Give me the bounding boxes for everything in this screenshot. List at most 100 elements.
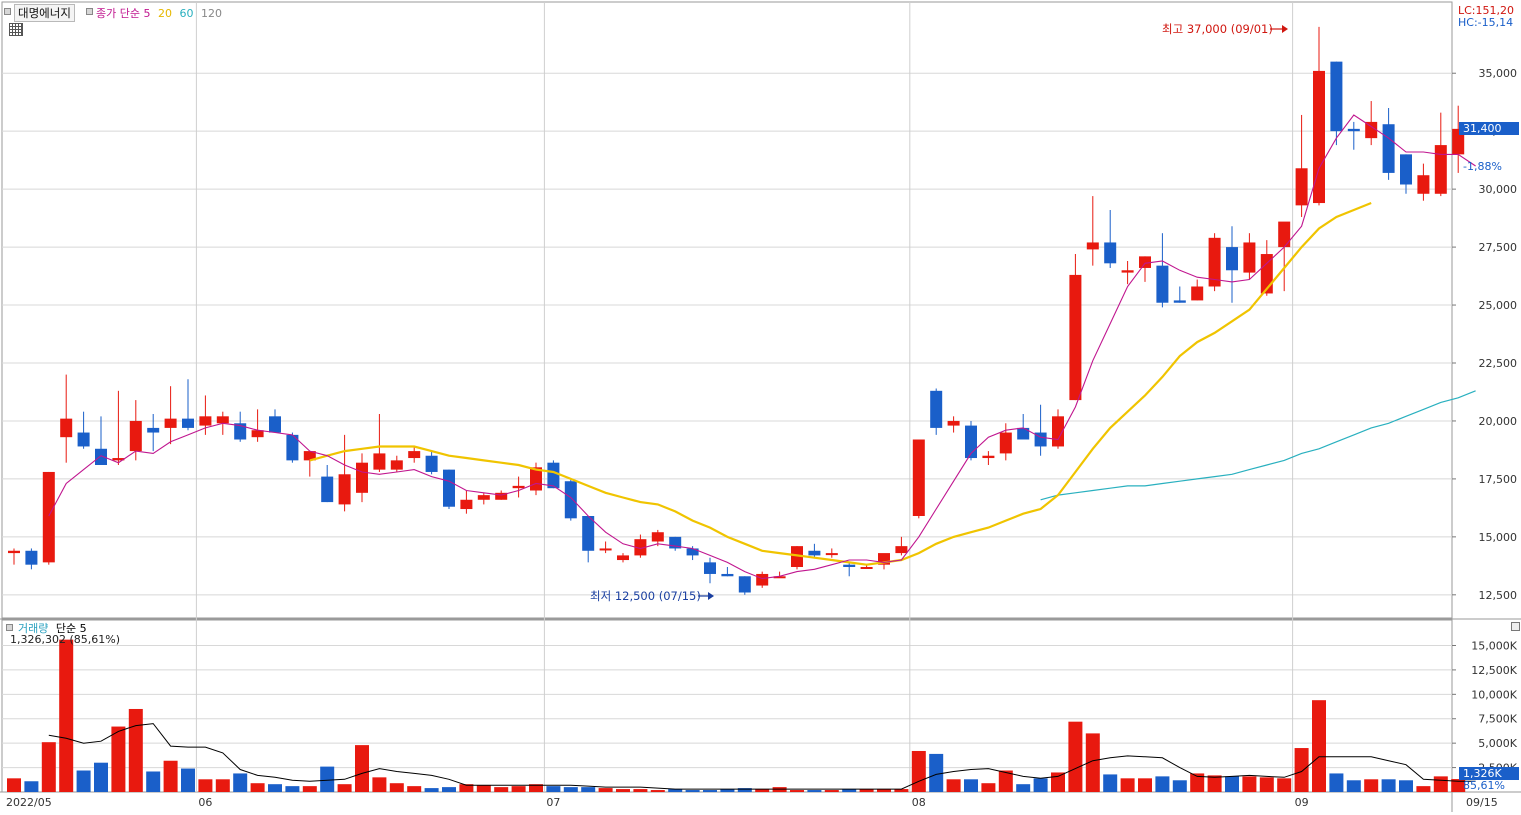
candle-body: [1382, 124, 1395, 173]
candle-body: [42, 471, 55, 563]
volume-bar: [1051, 772, 1065, 792]
stock-name-button[interactable]: 대명에너지: [14, 4, 75, 22]
volume-tick-label: 5,000K: [1478, 737, 1517, 750]
candle-body: [895, 546, 908, 554]
volume-bar: [1259, 777, 1274, 792]
candle-body: [1347, 128, 1360, 132]
candle-body: [390, 460, 403, 470]
ma-legend[interactable]: 종가 단순 5 20 60 120: [96, 5, 222, 21]
volume-bar: [215, 779, 230, 792]
volume-bar: [1172, 780, 1187, 792]
candle-body: [373, 453, 386, 470]
candle-body: [1417, 175, 1430, 194]
current-price-tag: 31,400: [1459, 121, 1519, 135]
x-tick-label: 09/15: [1466, 796, 1498, 809]
volume-bar: [24, 781, 39, 792]
volume-bar: [807, 790, 822, 792]
candle-body: [721, 573, 734, 577]
panel-handle-icon[interactable]: [4, 8, 11, 15]
price-tick-label: 15,000: [1479, 531, 1518, 544]
candle-body: [999, 432, 1012, 454]
candle-body: [460, 499, 473, 510]
volume-bar: [494, 787, 509, 792]
candle-body: [1069, 274, 1082, 401]
volume-bar: [1155, 776, 1170, 792]
volume-bar: [59, 639, 74, 792]
volume-bar: [250, 783, 265, 792]
volume-bar: [1381, 779, 1396, 792]
candle-body: [321, 476, 334, 503]
candle-body: [1434, 145, 1447, 194]
volume-bar: [355, 745, 369, 792]
indicator-handle-icon[interactable]: [86, 8, 93, 15]
x-tick-label: 09: [1295, 796, 1309, 809]
volume-bar: [1068, 721, 1083, 792]
candle-body: [408, 451, 421, 459]
volume-bar: [407, 786, 422, 792]
volume-bar: [302, 786, 317, 792]
volume-bar: [616, 789, 630, 792]
volume-bar: [790, 790, 804, 792]
volume-bar: [1364, 779, 1379, 792]
ma5-line: [48, 114, 1476, 580]
ma-legend-label: 종가 단순 5: [96, 7, 151, 20]
volume-bar: [511, 786, 526, 792]
price-tick-label: 20,000: [1479, 415, 1518, 428]
volume-bar: [128, 708, 143, 792]
hc-label: HC:-15,14: [1458, 16, 1514, 29]
volume-bar: [1329, 773, 1344, 792]
ma-legend-20: 20: [157, 7, 172, 20]
candle-body: [860, 567, 873, 569]
candle-body: [60, 418, 73, 438]
chart-canvas[interactable]: 35,00032,50030,00027,50025,00022,50020,0…: [0, 0, 1521, 812]
volume-bar: [911, 750, 926, 792]
volume-bar: [372, 777, 387, 792]
volume-bar: [94, 762, 108, 792]
candle-body: [8, 550, 20, 554]
volume-tick-label: 7,500K: [1478, 713, 1517, 726]
volume-percent: 85,61%: [1463, 779, 1505, 792]
candle-body: [443, 469, 455, 507]
candle-body: [425, 455, 438, 472]
volume-bar: [685, 790, 700, 792]
volume-bar: [424, 788, 439, 792]
volume-bar: [337, 784, 352, 792]
volume-bar: [598, 788, 613, 792]
candle-body: [338, 474, 351, 505]
volume-bar: [946, 779, 961, 792]
candle-body: [477, 495, 490, 500]
volume-bar: [563, 787, 578, 792]
candle-body: [1104, 242, 1117, 264]
volume-bar: [476, 785, 491, 792]
candle-body: [738, 576, 751, 593]
volume-bar: [7, 778, 21, 792]
price-tick-label: 27,500: [1479, 241, 1518, 254]
volume-bar: [1312, 700, 1326, 792]
x-tick-label: 08: [912, 796, 926, 809]
volume-bar: [1033, 778, 1048, 792]
volume-handle-icon[interactable]: [6, 624, 13, 631]
stock-chart[interactable]: 35,00032,50030,00027,50025,00022,50020,0…: [0, 0, 1521, 812]
volume-bar: [1346, 780, 1361, 792]
candle-body: [617, 555, 629, 561]
candle-body: [947, 420, 960, 426]
candle-body: [686, 548, 699, 556]
candle-body: [843, 564, 856, 567]
volume-bar: [581, 787, 596, 792]
volume-bar: [198, 779, 213, 792]
volume-bar: [1242, 776, 1257, 792]
price-tick-label: 12,500: [1479, 589, 1518, 602]
candle-body: [164, 418, 177, 428]
candle-body: [216, 416, 229, 424]
volume-bar: [1433, 776, 1448, 792]
low-arrow-icon: [708, 592, 714, 600]
x-tick-label: 2022/05: [6, 796, 52, 809]
price-tick-label: 17,500: [1479, 473, 1518, 486]
change-percent: -1,88%: [1463, 160, 1502, 173]
candle-body: [1121, 270, 1134, 273]
candle-body: [651, 532, 664, 542]
volume-bar: [76, 770, 91, 792]
volume-bar: [546, 786, 561, 792]
table-view-icon[interactable]: [9, 23, 23, 36]
panel-menu-icon[interactable]: [1511, 622, 1520, 631]
